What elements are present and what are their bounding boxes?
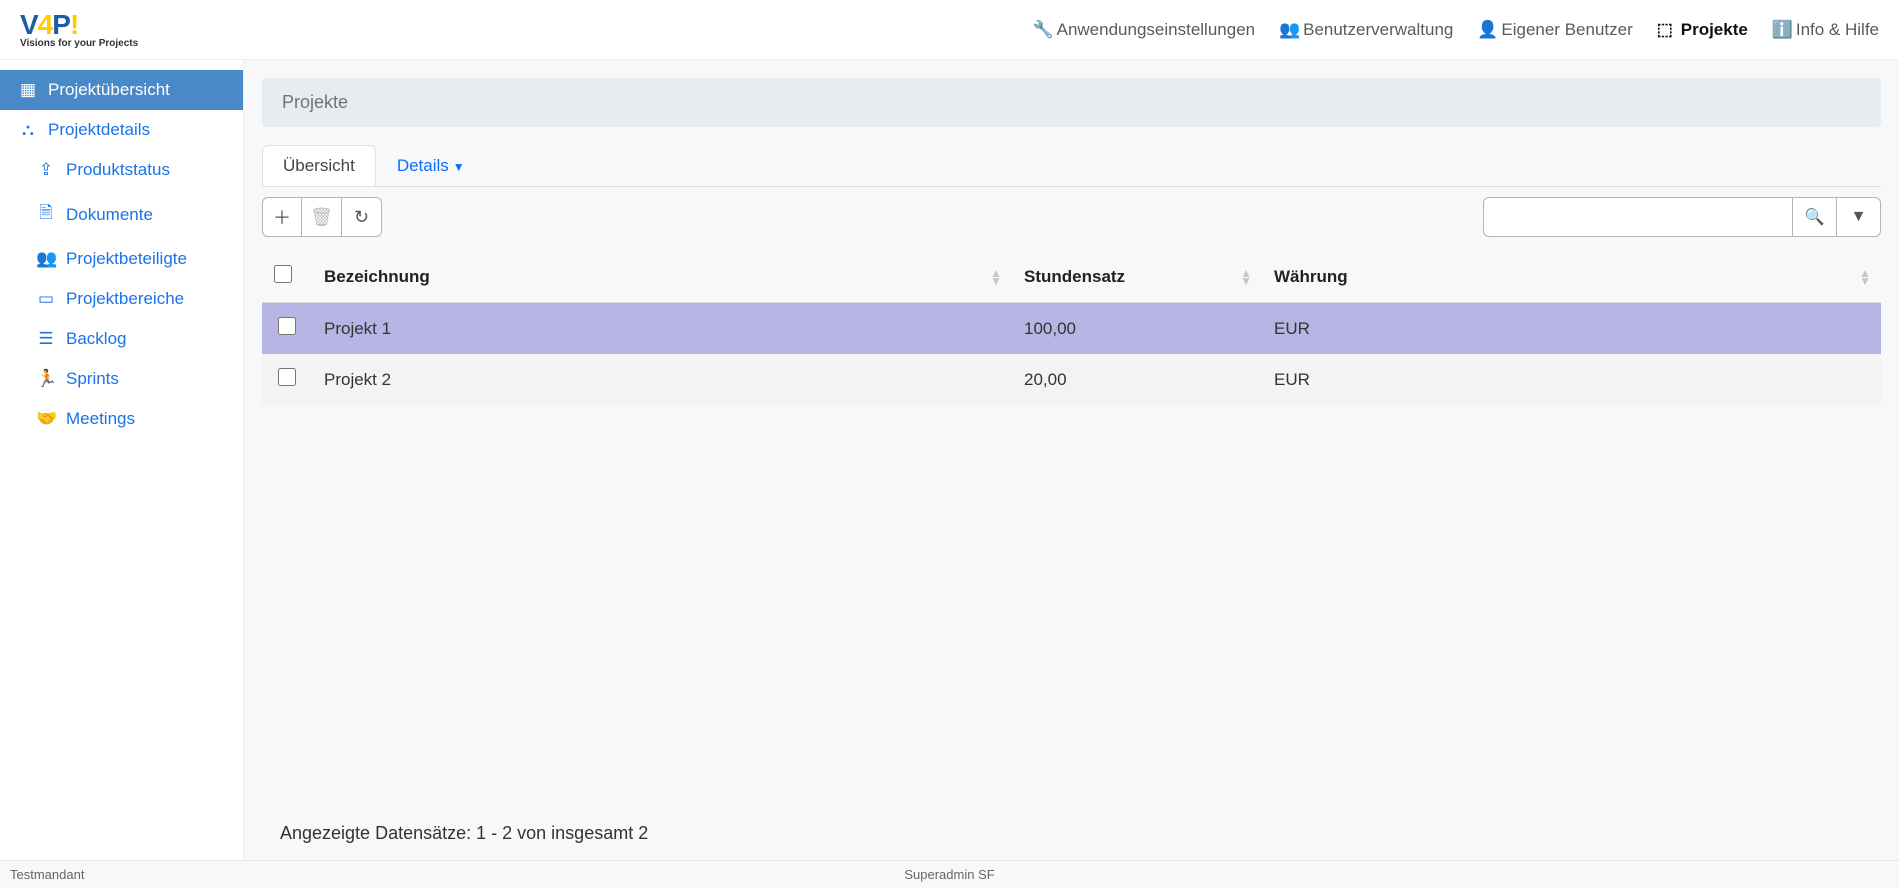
table-row[interactable]: Projekt 1 100,00 EUR	[262, 303, 1881, 355]
sidebar-item-label: Projektdetails	[48, 120, 150, 140]
sidebar-item-sprints[interactable]: 🏃 Sprints	[0, 359, 243, 399]
nav-label: Anwendungseinstellungen	[1057, 20, 1256, 40]
filter-button[interactable]: ▼	[1837, 197, 1881, 237]
row-checkbox[interactable]	[278, 368, 296, 386]
logo-letter: V	[20, 9, 38, 40]
tab-label: Details	[397, 156, 449, 175]
wrench-icon: 🔧	[1033, 20, 1051, 40]
cell-stundensatz: 20,00	[1012, 354, 1262, 405]
logo-letter: !	[70, 9, 78, 40]
logo-subtitle: Visions for your Projects	[20, 39, 138, 49]
sidebar-item-label: Produktstatus	[66, 160, 170, 180]
sidebar-item-overview[interactable]: ▦ Projektübersicht	[0, 70, 243, 110]
tenant-label: Testmandant	[10, 867, 84, 882]
delete-button[interactable]: 🗑	[302, 197, 342, 237]
logo-letter: 4	[38, 9, 53, 40]
diagram-icon: ⛬	[18, 120, 38, 140]
tab-overview[interactable]: Übersicht	[262, 145, 376, 186]
logo[interactable]: V4P! Visions for your Projects	[20, 11, 138, 49]
users-icon: 👥	[1279, 20, 1297, 40]
app-header: V4P! Visions for your Projects 🔧 Anwendu…	[0, 0, 1899, 60]
refresh-icon: ↻	[354, 207, 369, 228]
tab-details[interactable]: Details ▼	[376, 145, 486, 186]
user-label: Superadmin SF	[904, 867, 994, 882]
status-bar: Testmandant Superadmin SF	[0, 860, 1899, 888]
tab-label: Übersicht	[283, 156, 355, 175]
col-header-stundensatz[interactable]: Stundensatz ▲▼	[1012, 251, 1262, 303]
table-row[interactable]: Projekt 2 20,00 EUR	[262, 354, 1881, 405]
add-button[interactable]: ＋	[262, 197, 302, 237]
search-icon: 🔍	[1805, 209, 1825, 226]
people-icon: 👥	[36, 249, 56, 269]
sidebar-item-label: Backlog	[66, 329, 126, 349]
nav-label: Benutzerverwaltung	[1303, 20, 1453, 40]
col-label: Bezeichnung	[324, 267, 430, 286]
nav-own-user[interactable]: 👤 Eigener Benutzer	[1477, 20, 1632, 40]
select-all-checkbox[interactable]	[274, 265, 292, 283]
sidebar-item-details[interactable]: ⛬ Projektdetails	[0, 110, 243, 150]
sort-icon: ▲▼	[990, 269, 1002, 285]
projects-table: Bezeichnung ▲▼ Stundensatz ▲▼ Währung ▲▼ Pr…	[262, 251, 1881, 405]
sidebar-item-label: Meetings	[66, 409, 135, 429]
sort-icon: ▲▼	[1859, 269, 1871, 285]
sidebar-item-stakeholders[interactable]: 👥 Projektbeteiligte	[0, 239, 243, 279]
col-label: Währung	[1274, 267, 1348, 286]
sort-icon: ▲▼	[1240, 269, 1252, 285]
cell-bezeichnung: Projekt 2	[312, 354, 1012, 405]
nav-user-management[interactable]: 👥 Benutzerverwaltung	[1279, 20, 1453, 40]
search-group: 🔍 ▼	[1483, 197, 1881, 237]
file-icon: 🗎	[36, 200, 56, 229]
grid-icon: ▦	[18, 80, 38, 100]
col-header-waehrung[interactable]: Währung ▲▼	[1262, 251, 1881, 303]
record-count: Angezeigte Datensätze: 1 - 2 von insgesa…	[280, 823, 648, 844]
running-icon: 🏃	[36, 369, 56, 389]
cell-waehrung: EUR	[1262, 303, 1881, 355]
sidebar-item-label: Sprints	[66, 369, 119, 389]
search-input[interactable]	[1483, 197, 1793, 237]
sidebar-item-documents[interactable]: 🗎 Dokumente	[0, 190, 243, 239]
main-content: Projekte Übersicht Details ▼ ＋ 🗑 ↻ 🔍 ▼	[244, 60, 1899, 888]
top-nav: 🔧 Anwendungseinstellungen 👥 Benutzerverw…	[1033, 20, 1879, 40]
action-button-group: ＋ 🗑 ↻	[262, 197, 382, 237]
nav-label: Eigener Benutzer	[1501, 20, 1632, 40]
sidebar-item-label: Projektbereiche	[66, 289, 184, 309]
sidebar-item-areas[interactable]: ▭ Projektbereiche	[0, 279, 243, 319]
cell-waehrung: EUR	[1262, 354, 1881, 405]
col-header-bezeichnung[interactable]: Bezeichnung ▲▼	[312, 251, 1012, 303]
sitemap-icon: ⬚	[1657, 20, 1675, 40]
handshake-icon: 🤝	[36, 409, 56, 429]
upload-icon: ⇪	[36, 160, 56, 180]
sidebar-item-label: Dokumente	[66, 205, 153, 225]
layout-icon: ▭	[36, 289, 56, 309]
sidebar-item-backlog[interactable]: ☰ Backlog	[0, 319, 243, 359]
cell-bezeichnung: Projekt 1	[312, 303, 1012, 355]
logo-letter: P	[52, 9, 70, 40]
sidebar-item-label: Projektbeteiligte	[66, 249, 187, 269]
nav-app-settings[interactable]: 🔧 Anwendungseinstellungen	[1033, 20, 1256, 40]
toolbar: ＋ 🗑 ↻ 🔍 ▼	[262, 197, 1881, 237]
cell-stundensatz: 100,00	[1012, 303, 1262, 355]
row-checkbox[interactable]	[278, 317, 296, 335]
sidebar-item-meetings[interactable]: 🤝 Meetings	[0, 399, 243, 439]
list-icon: ☰	[36, 329, 56, 349]
search-button[interactable]: 🔍	[1793, 197, 1837, 237]
sidebar: ▦ Projektübersicht ⛬ Projektdetails ⇪ Pr…	[0, 60, 244, 888]
refresh-button[interactable]: ↻	[342, 197, 382, 237]
col-label: Stundensatz	[1024, 267, 1125, 286]
nav-info-help[interactable]: ℹ️ Info & Hilfe	[1772, 20, 1879, 40]
filter-icon: ▼	[1851, 208, 1867, 225]
info-circle-icon: ℹ️	[1772, 20, 1790, 40]
col-header-select	[262, 251, 312, 303]
sidebar-item-product-status[interactable]: ⇪ Produktstatus	[0, 150, 243, 190]
trash-icon: 🗑	[310, 207, 333, 228]
user-circle-icon: 👤	[1477, 20, 1495, 40]
page-title: Projekte	[262, 78, 1881, 127]
nav-label: Projekte	[1681, 20, 1748, 40]
sidebar-item-label: Projektübersicht	[48, 80, 170, 100]
nav-projects[interactable]: ⬚ Projekte	[1657, 20, 1748, 40]
tabs: Übersicht Details ▼	[262, 145, 1881, 187]
plus-icon: ＋	[273, 204, 291, 230]
caret-down-icon: ▼	[453, 160, 465, 174]
nav-label: Info & Hilfe	[1796, 20, 1879, 40]
